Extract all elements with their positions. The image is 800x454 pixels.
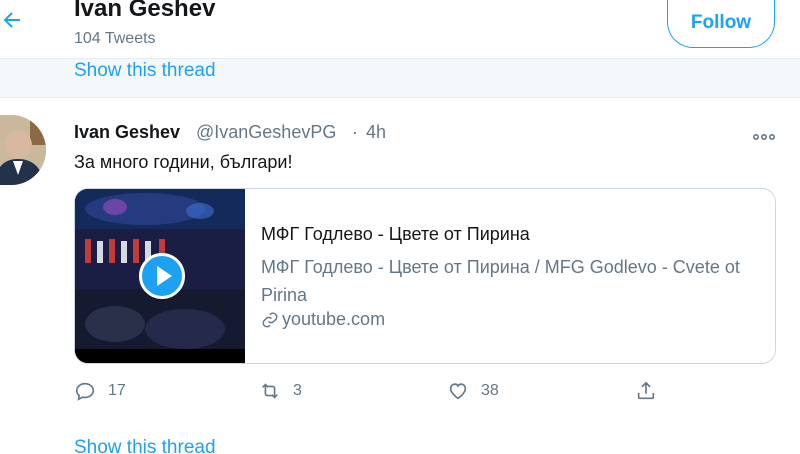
profile-header: Ivan Geshev 104 Tweets Follow bbox=[0, 0, 800, 58]
retweet-icon bbox=[262, 383, 278, 399]
reply-button[interactable]: 17 bbox=[74, 378, 126, 404]
video-thumbnail[interactable] bbox=[75, 189, 245, 363]
show-thread-link[interactable]: Show this thread bbox=[74, 437, 216, 454]
tweet-count: 104 Tweets bbox=[74, 30, 156, 47]
tweet-author-name[interactable]: Ivan Geshev bbox=[74, 122, 180, 143]
retweet-count: 3 bbox=[293, 382, 302, 399]
like-button[interactable]: 38 bbox=[447, 378, 499, 404]
play-icon[interactable] bbox=[139, 253, 185, 299]
share-icon bbox=[637, 381, 655, 400]
reply-count: 17 bbox=[108, 382, 126, 399]
reply-icon bbox=[75, 382, 95, 401]
card-domain: youtube.com bbox=[261, 309, 385, 330]
tweet-text: За много години, българи! bbox=[74, 152, 293, 172]
show-thread-link[interactable]: Show this thread bbox=[74, 60, 216, 82]
link-card[interactable]: МФГ Годлево - Цвете от Пирина МФГ Годлев… bbox=[74, 188, 776, 364]
profile-name: Ivan Geshev bbox=[74, 0, 216, 22]
share-button[interactable] bbox=[635, 378, 657, 404]
tweet-timestamp[interactable]: 4h bbox=[366, 122, 386, 143]
retweet-button[interactable]: 3 bbox=[259, 378, 302, 404]
tweet-author-handle[interactable]: @IvanGeshevPG bbox=[196, 122, 336, 143]
card-description: МФГ Годлево - Цвете от Пирина / MFG Godl… bbox=[261, 257, 740, 305]
link-icon bbox=[262, 312, 278, 327]
card-domain-text: youtube.com bbox=[282, 309, 386, 329]
card-title: МФГ Годлево - Цвете от Пирина bbox=[261, 224, 530, 244]
avatar[interactable] bbox=[0, 115, 46, 185]
follow-button[interactable]: Follow bbox=[667, 0, 775, 48]
like-count: 38 bbox=[481, 382, 499, 399]
arrow-left-icon[interactable] bbox=[0, 8, 24, 32]
separator-dot: · bbox=[352, 122, 358, 142]
heart-icon bbox=[449, 383, 467, 400]
more-horizontal-icon[interactable] bbox=[752, 127, 776, 141]
